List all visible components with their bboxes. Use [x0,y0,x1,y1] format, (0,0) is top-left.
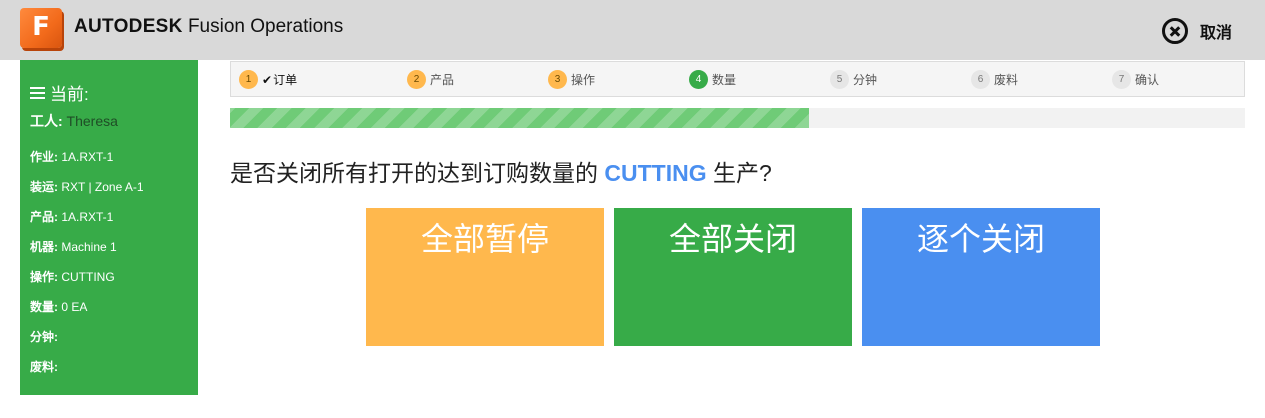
sidebar-row-product: 产品: 1A.RXT-1 [30,208,113,225]
close-each-label: 逐个关闭 [916,221,1045,257]
app-header: F AUTODESK Fusion Operations 取消 [0,0,1265,60]
brand-name: AUTODESK [74,16,183,37]
step-label: 产品 [430,73,455,87]
close-each-button[interactable]: 逐个关闭 [862,208,1100,346]
sidebar-title-text: 当前: [50,85,89,104]
step-label: 数量 [712,73,737,87]
pause-all-label: 全部暂停 [420,221,549,257]
sidebar-row-job: 作业: 1A.RXT-1 [30,148,113,165]
step-label: 确认 [1135,73,1160,87]
app-title: AUTODESK Fusion Operations [74,16,343,38]
row-value: RXT | Zone A-1 [58,180,144,194]
row-key: 机器: [30,240,58,254]
step-order[interactable]: 1 ✔ 订单 [239,70,297,89]
step-label: 分钟 [853,73,878,87]
product-name: Fusion Operations [182,16,344,37]
operation-highlight: CUTTING [604,160,707,186]
sidebar-row-minutes: 分钟: [30,328,58,345]
row-key: 分钟: [30,330,58,344]
sidebar-title: 当前: [30,80,89,105]
close-all-label: 全部关闭 [668,221,797,257]
row-value: 0 EA [58,300,88,314]
step-operation[interactable]: 3 操作 [548,70,595,89]
sidebar-row-operation: 操作: CUTTING [30,268,115,285]
fusion-logo-icon: F [20,8,62,48]
step-confirm[interactable]: 7 确认 [1112,70,1159,89]
progress-bar [230,108,1245,128]
question-suffix: 生产? [706,160,772,186]
step-number: 6 [971,70,990,89]
step-number: 5 [830,70,849,89]
worker-row: 工人: Theresa [30,111,118,131]
step-label: 操作 [571,73,596,87]
sidebar-row-scrap: 废料: [30,358,58,375]
question-text: 是否关闭所有打开的达到订购数量的 CUTTING 生产? [230,154,772,188]
step-number: 2 [407,70,426,89]
step-number: 3 [548,70,567,89]
pause-all-button[interactable]: 全部暂停 [366,208,604,346]
row-key: 数量: [30,300,58,314]
step-number: 4 [689,70,708,89]
checkmark-icon: ✔ [262,72,273,87]
cancel-button[interactable]: 取消 [1162,15,1232,47]
progress-fill [230,108,809,128]
step-scrap[interactable]: 6 废料 [971,70,1018,89]
row-key: 装运: [30,180,58,194]
step-label: 废料 [994,73,1019,87]
row-value: Machine 1 [58,240,117,254]
close-all-button[interactable]: 全部关闭 [614,208,852,346]
row-value: 1A.RXT-1 [58,210,114,224]
row-key: 产品: [30,210,58,224]
step-product[interactable]: 2 产品 [407,70,454,89]
row-value: CUTTING [58,270,115,284]
step-minutes[interactable]: 5 分钟 [830,70,877,89]
worker-value: Theresa [62,113,118,129]
row-key: 作业: [30,150,58,164]
wizard-steps: 1 ✔ 订单 2 产品 3 操作 4 数量 5 分钟 6 废料 7 确认 [230,61,1245,97]
menu-icon [30,86,45,99]
sidebar-row-quantity: 数量: 0 EA [30,298,87,315]
cancel-label: 取消 [1200,25,1233,42]
row-key: 操作: [30,270,58,284]
worker-label: 工人: [30,113,63,129]
question-prefix: 是否关闭所有打开的达到订购数量的 [230,160,605,186]
sidebar-row-shipment: 装运: RXT | Zone A-1 [30,178,144,195]
close-circle-icon [1162,18,1188,44]
step-quantity[interactable]: 4 数量 [689,70,736,89]
sidebar-row-machine: 机器: Machine 1 [30,238,117,255]
row-value: 1A.RXT-1 [58,150,114,164]
row-key: 废料: [30,360,58,374]
step-number: 1 [239,70,258,89]
current-info-sidebar: 当前: 工人: Theresa 作业: 1A.RXT-1 装运: RXT | Z… [20,60,198,395]
step-label: 订单 [273,73,298,87]
step-number: 7 [1112,70,1131,89]
